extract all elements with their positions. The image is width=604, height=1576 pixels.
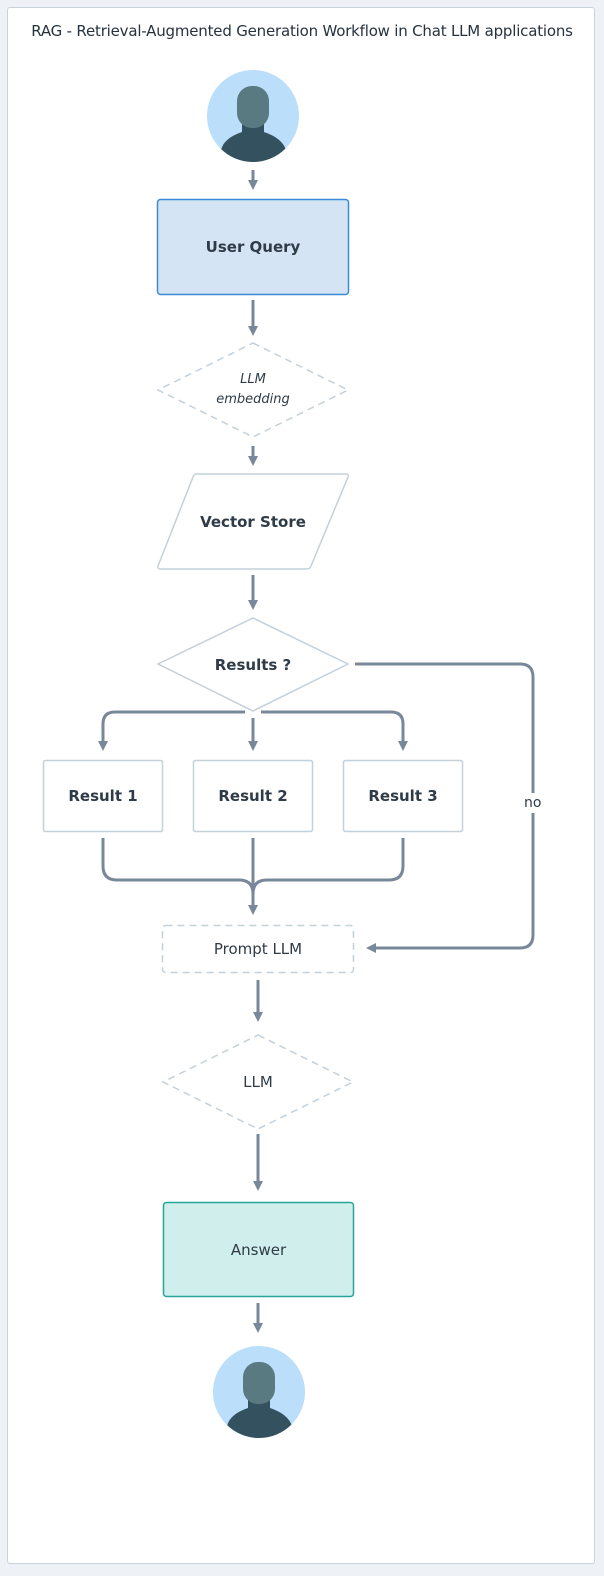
- edge-result1-to-prompt: [101, 838, 255, 895]
- llm-label: LLM: [243, 1073, 273, 1091]
- user-query-label: User Query: [205, 238, 301, 256]
- user-avatar-icon[interactable]: [213, 1346, 305, 1446]
- edge-results-to-result3: [261, 710, 408, 751]
- edges: [98, 170, 535, 1333]
- answer-label: Answer: [230, 1240, 287, 1259]
- result-2-label: Result 2: [218, 787, 288, 805]
- user-avatar-icon[interactable]: [207, 70, 299, 170]
- edge-result3-to-prompt: [251, 838, 405, 895]
- edge-results-to-result1: [98, 710, 245, 751]
- llm-embedding-line2: embedding: [216, 392, 290, 407]
- llm-embedding-line1: LLM: [240, 372, 266, 387]
- result-1-label: Result 1: [68, 787, 138, 805]
- result-3-label: Result 3: [368, 787, 438, 805]
- vector-store-label: Vector Store: [200, 513, 306, 531]
- results-decision-label: Results ?: [214, 656, 292, 674]
- prompt-llm-label: Prompt LLM: [213, 940, 303, 958]
- edge-label-no: no: [524, 793, 542, 813]
- llm-embedding-label: LLM embedding: [158, 368, 348, 412]
